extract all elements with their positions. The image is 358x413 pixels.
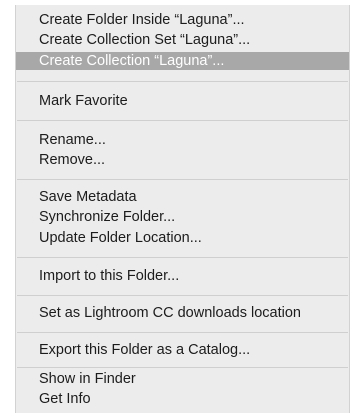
- menu-item-export-as-catalog[interactable]: Export this Folder as a Catalog...: [16, 341, 349, 359]
- menu-item-save-metadata[interactable]: Save Metadata: [16, 188, 349, 206]
- menu-item-set-lightroom-downloads[interactable]: Set as Lightroom CC downloads location: [16, 304, 349, 322]
- menu-separator: [17, 120, 348, 121]
- menu-separator: [17, 179, 348, 180]
- menu-item-create-collection-set[interactable]: Create Collection Set “Laguna”...: [16, 31, 349, 49]
- menu-item-show-in-finder[interactable]: Show in Finder: [16, 370, 349, 388]
- menu-separator: [17, 367, 348, 368]
- menu-item-get-info[interactable]: Get Info: [16, 390, 349, 408]
- menu-separator: [17, 81, 348, 82]
- menu-item-update-folder-location[interactable]: Update Folder Location...: [16, 229, 349, 247]
- menu-item-mark-favorite[interactable]: Mark Favorite: [16, 92, 349, 110]
- menu-separator: [17, 332, 348, 333]
- menu-item-rename[interactable]: Rename...: [16, 131, 349, 149]
- menu-item-create-folder-inside[interactable]: Create Folder Inside “Laguna”...: [16, 11, 349, 29]
- menu-separator: [17, 295, 348, 296]
- menu-item-import-to-folder[interactable]: Import to this Folder...: [16, 267, 349, 285]
- context-menu: Create Folder Inside “Laguna”... Create …: [15, 5, 350, 413]
- menu-item-synchronize-folder[interactable]: Synchronize Folder...: [16, 208, 349, 226]
- menu-separator: [17, 257, 348, 258]
- menu-item-create-collection[interactable]: Create Collection “Laguna”...: [16, 52, 349, 70]
- menu-item-remove[interactable]: Remove...: [16, 151, 349, 169]
